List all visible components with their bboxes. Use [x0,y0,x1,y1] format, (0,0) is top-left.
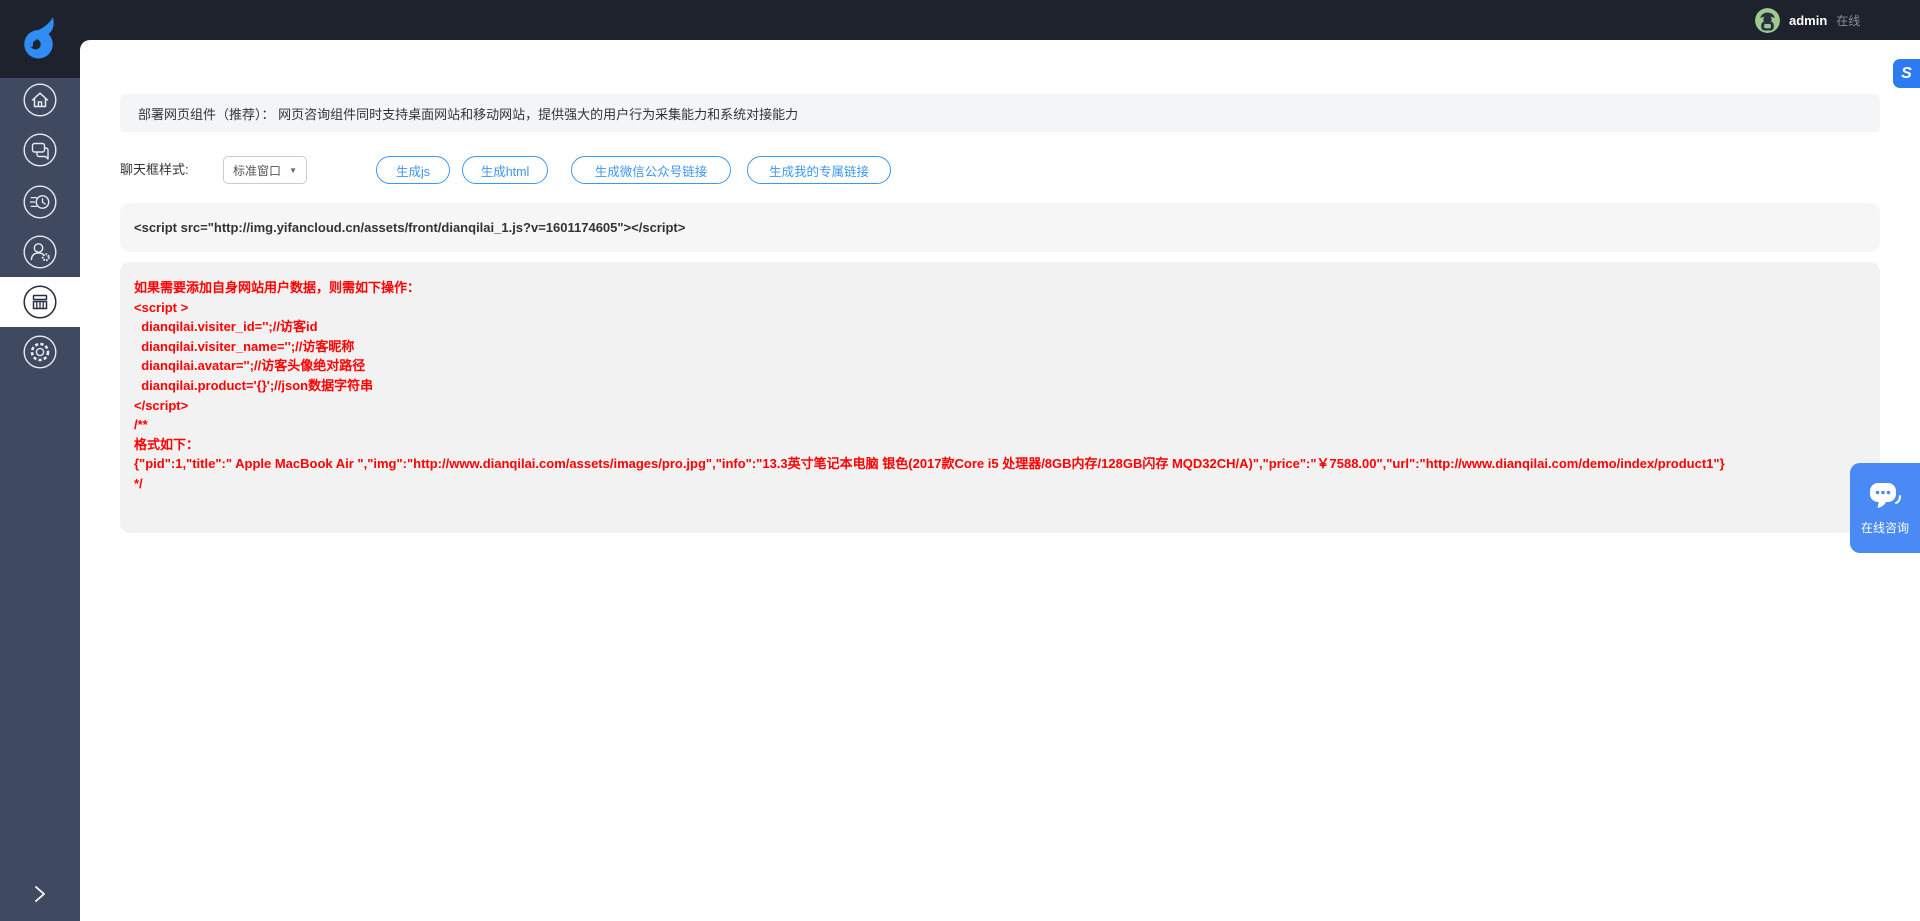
generate-wechat-link-button[interactable]: 生成微信公众号链接 [571,156,731,184]
app-logo-icon [22,17,58,61]
instruction-line: dianqilai.visiter_id='';//访客id [134,317,1866,337]
chevron-right-icon [32,885,48,903]
instruction-line: 如果需要添加自身网站用户数据，则需如下操作： [134,278,1866,298]
user-area: admin 在线 [1755,0,1860,40]
sidebar [0,0,80,921]
avatar-image [1755,8,1780,33]
chat-style-row: 聊天框样式: 标准窗口 ▼ 生成js 生成html 生成微信公众号链接 生成我的… [120,156,1880,184]
browser-extension-badge[interactable]: S [1893,59,1920,88]
dropdown-caret-icon: ▼ [289,166,297,175]
topbar [0,0,1920,40]
avatar[interactable] [1755,8,1780,33]
instruction-line: dianqilai.visiter_name='';//访客昵称 [134,337,1866,357]
instruction-line: dianqilai.avatar='';//访客头像绝对路径 [134,356,1866,376]
instruction-line: dianqilai.product='{}';//json数据字符串 [134,376,1866,396]
chat-style-dropdown[interactable]: 标准窗口 ▼ [223,156,307,184]
extension-badge-glyph: S [1901,65,1912,83]
generate-html-button[interactable]: 生成html [462,156,548,184]
instruction-line: /** [134,415,1866,435]
instruction-line: </script> [134,396,1866,416]
sidebar-item-history[interactable] [0,177,80,227]
instruction-line: 格式如下： [134,435,1866,455]
sidebar-item-settings[interactable] [0,327,80,377]
sidebar-item-web-component[interactable] [0,277,80,327]
dropdown-selected-value: 标准窗口 [233,162,281,179]
generate-js-button[interactable]: 生成js [376,156,450,184]
sidebar-item-conversations[interactable] [0,125,80,175]
instruction-line: */ [134,474,1866,494]
history-icon [23,185,57,219]
embed-script-code: <script src="http://img.yifancloud.cn/as… [134,220,685,235]
visitor-settings-icon [23,235,57,269]
deploy-info-text: 部署网页组件（推荐）： 网页咨询组件同时支持桌面网站和移动网站，提供强大的用户行… [138,104,798,123]
online-consult-widget[interactable]: 在线咨询 [1850,463,1920,553]
chat-sessions-icon [23,133,57,167]
instruction-line: <script > [134,298,1866,318]
settings-icon [23,335,57,369]
embed-script-snippet: <script src="http://img.yifancloud.cn/as… [120,203,1880,252]
sidebar-collapse-button[interactable] [0,879,80,909]
deploy-info-banner: 部署网页组件（推荐）： 网页咨询组件同时支持桌面网站和移动网站，提供强大的用户行… [120,94,1880,132]
username: admin [1789,13,1827,28]
online-consult-label: 在线咨询 [1861,519,1909,536]
chat-style-label: 聊天框样式: [120,156,189,184]
web-component-icon [23,285,57,319]
generate-exclusive-link-button[interactable]: 生成我的专属链接 [747,156,891,184]
online-status: 在线 [1836,12,1860,29]
main-content: 部署网页组件（推荐）： 网页咨询组件同时支持桌面网站和移动网站，提供强大的用户行… [80,40,1920,921]
sidebar-item-visitor-settings[interactable] [0,227,80,277]
user-data-instructions-block: 如果需要添加自身网站用户数据，则需如下操作： <script > dianqil… [120,262,1880,533]
logo-block [0,0,80,78]
instruction-line: {"pid":1,"title":" Apple MacBook Air ","… [134,454,1866,474]
chat-bubble-icon [1867,481,1903,513]
sidebar-item-home[interactable] [0,75,80,125]
home-icon [23,83,57,117]
